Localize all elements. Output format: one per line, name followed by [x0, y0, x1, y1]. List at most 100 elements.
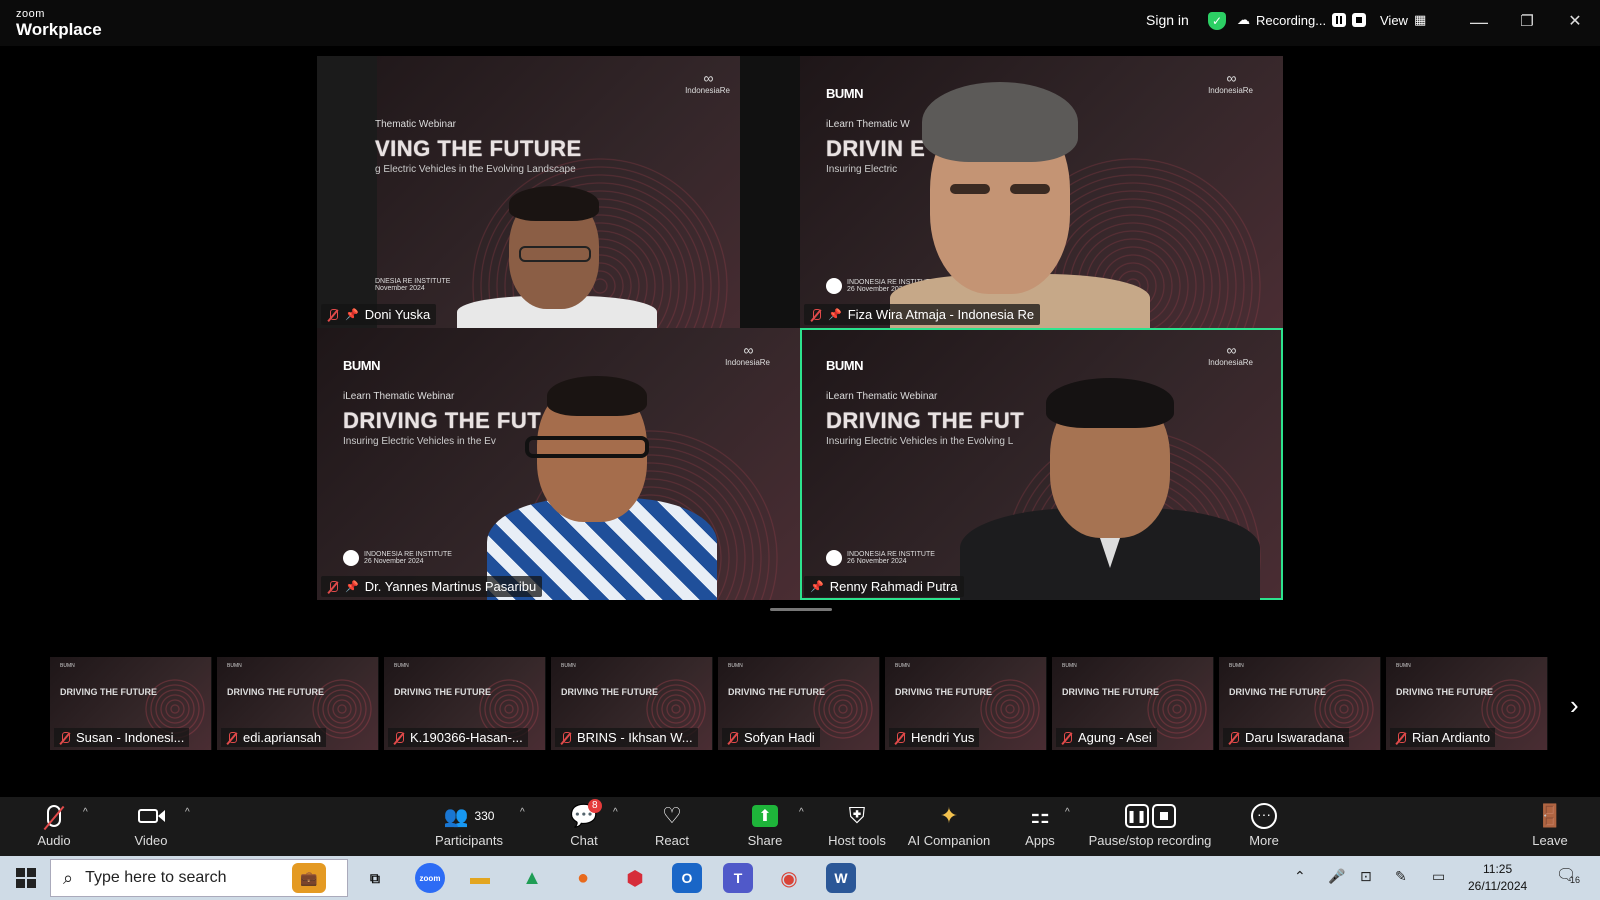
- logo-big-text: Workplace: [16, 20, 102, 39]
- stop-recording-icon[interactable]: [1352, 13, 1367, 27]
- share-button[interactable]: ⬆ Share: [747, 801, 783, 848]
- security-shield-icon[interactable]: ✓: [1208, 12, 1226, 30]
- host-tools-button[interactable]: ⛨ Host tools: [827, 801, 887, 848]
- webinar-headline: DRIVING THE FUT: [343, 408, 542, 433]
- shield-icon: ⛨: [848, 803, 866, 828]
- thumb-brand: BUMN: [227, 663, 242, 669]
- participant-thumbnail[interactable]: BUMN DRIVING THE FUTURE Susan - Indonesi..…: [50, 657, 212, 750]
- thumb-brand: BUMN: [1396, 663, 1411, 669]
- taskbar-clock[interactable]: 11:25 26/11/2024: [1468, 861, 1527, 895]
- windows-taskbar: ⌕ Type here to search 💼 ⧉ zoom ▬ ▲ ● ⬢ O…: [0, 856, 1600, 900]
- network-icon[interactable]: ⊡: [1360, 868, 1372, 885]
- react-button[interactable]: ♡ React: [654, 801, 690, 848]
- chevron-up-icon[interactable]: ⌃: [1294, 868, 1306, 885]
- leave-button[interactable]: 🚪 Leave: [1532, 801, 1568, 848]
- chrome-icon[interactable]: ◉: [774, 863, 804, 893]
- participants-options-chevron-icon[interactable]: ^: [520, 807, 525, 818]
- pause-stop-recording-button[interactable]: ❚❚ Pause/stop recording: [1088, 801, 1212, 848]
- apps-options-chevron-icon[interactable]: ^: [1065, 807, 1070, 818]
- thumb-brand: BUMN: [394, 663, 409, 669]
- participant-name: BRINS - Ikhsan W...: [577, 730, 693, 745]
- outlook-icon[interactable]: O: [672, 863, 702, 893]
- view-button[interactable]: View ▦: [1380, 12, 1426, 28]
- webinar-subtitle: iLearn Thematic W: [826, 119, 910, 130]
- participant-nameplate: BRINS - Ikhsan W...: [555, 728, 698, 747]
- pause-stop-icon: ❚❚: [1088, 801, 1212, 831]
- video-options-chevron-icon[interactable]: ^: [185, 807, 190, 818]
- thumb-brand: BUMN: [1062, 663, 1077, 669]
- video-tile[interactable]: BUMN ∞ IndonesiaRe iLearn Thematic W DRIV…: [800, 56, 1283, 328]
- thumb-headline: DRIVING THE FUTURE: [1229, 687, 1327, 697]
- webinar-headline: VING THE FUTURE: [375, 136, 582, 161]
- file-explorer-icon[interactable]: ▬: [465, 863, 495, 893]
- notifications-count: 16: [1570, 875, 1581, 885]
- participant-thumbnail[interactable]: BUMN DRIVING THE FUTURE Rian Ardianto: [1386, 657, 1548, 750]
- participant-thumbnail[interactable]: BUMN DRIVING THE FUTURE K.190366-Hasan-...: [384, 657, 546, 750]
- ai-companion-button[interactable]: ✦ AI Companion: [906, 801, 992, 848]
- video-tile[interactable]: BUMN ∞ IndonesiaRe iLearn Thematic Webina…: [317, 328, 800, 600]
- pause-recording-icon[interactable]: [1332, 13, 1347, 27]
- word-icon[interactable]: W: [826, 863, 856, 893]
- apps-button[interactable]: ⚏ Apps: [1022, 801, 1058, 848]
- participant-name: Daru Iswaradana: [1245, 730, 1344, 745]
- more-button[interactable]: ··· More: [1246, 801, 1282, 848]
- chevron-right-icon[interactable]: ›: [1570, 690, 1579, 721]
- participant-thumbnail[interactable]: BUMN DRIVING THE FUTURE Daru Iswaradana: [1219, 657, 1381, 750]
- task-view-icon[interactable]: ⧉: [360, 863, 390, 893]
- mic-off-icon: [393, 731, 405, 744]
- participant-name: edi.apriansah: [243, 730, 322, 745]
- grid-icon: ▦: [1413, 12, 1427, 27]
- display-icon[interactable]: ▭: [1432, 868, 1445, 885]
- mic-off-icon: [327, 580, 339, 593]
- logo-small-text: zoom: [16, 8, 45, 20]
- participant-thumbnail[interactable]: BUMN DRIVING THE FUTURE Hendri Yus: [885, 657, 1047, 750]
- teams-icon[interactable]: T: [723, 863, 753, 893]
- notifications-icon[interactable]: 🗨 16: [1556, 865, 1580, 885]
- share-arrow-icon: ⬆: [752, 805, 778, 827]
- title-bar: zoom Workplace Sign in ✓ ☁ Recording... …: [0, 0, 1600, 46]
- mic-off-icon: [327, 308, 339, 321]
- webinar-tagline: Insuring Electric Vehicles in the Ev: [343, 436, 496, 447]
- mic-off-icon: [560, 731, 572, 744]
- briefcase-icon[interactable]: 💼: [292, 863, 326, 893]
- active-speaker-tile[interactable]: BUMN ∞ IndonesiaRe iLearn Thematic Webina…: [800, 328, 1283, 600]
- indonesia-re-logo: ∞ IndonesiaRe: [725, 342, 770, 367]
- chat-button[interactable]: 💬 8 Chat: [566, 799, 602, 848]
- participant-nameplate: K.190366-Hasan-...: [388, 728, 528, 747]
- participant-thumbnail[interactable]: BUMN DRIVING THE FUTURE Sofyan Hadi: [718, 657, 880, 750]
- audio-options-chevron-icon[interactable]: ^: [83, 807, 88, 818]
- video-label: Video: [134, 833, 168, 848]
- minimize-button[interactable]: —: [1467, 10, 1491, 34]
- share-options-chevron-icon[interactable]: ^: [799, 807, 804, 818]
- participant-thumbnail[interactable]: BUMN DRIVING THE FUTURE BRINS - Ikhsan W..…: [551, 657, 713, 750]
- participant-thumbnail[interactable]: BUMN DRIVING THE FUTURE edi.apriansah: [217, 657, 379, 750]
- pen-icon[interactable]: ✎: [1395, 868, 1407, 885]
- chat-label: Chat: [570, 833, 598, 848]
- gallery-resize-handle[interactable]: [770, 608, 832, 611]
- participants-count: 330: [474, 809, 495, 823]
- windows-start-icon[interactable]: [16, 868, 36, 888]
- participants-button[interactable]: 👥 330 Participants: [434, 801, 504, 849]
- chat-options-chevron-icon[interactable]: ^: [613, 807, 618, 818]
- video-button[interactable]: Video: [133, 801, 169, 848]
- zoom-app-icon[interactable]: zoom: [415, 863, 445, 893]
- firefox-icon[interactable]: ●: [568, 863, 598, 893]
- audio-button[interactable]: Audio: [36, 801, 72, 848]
- close-button[interactable]: ✕: [1563, 10, 1587, 34]
- restore-button[interactable]: ❐: [1515, 10, 1539, 34]
- indonesia-re-logo: ∞ IndonesiaRe: [1208, 70, 1253, 95]
- tile-sidebar-bg: [317, 56, 377, 328]
- security-app-icon[interactable]: ⬢: [620, 863, 650, 893]
- clock-date: 26/11/2024: [1468, 879, 1528, 893]
- bumn-logo: BUMN: [826, 86, 864, 101]
- mic-off-icon: [1395, 731, 1407, 744]
- institute-label: DNESIA RE INSTITUTE November 2024: [375, 278, 451, 292]
- video-tile[interactable]: ∞ IndonesiaRe Thematic Webinar VING THE F…: [317, 56, 800, 328]
- microphone-icon[interactable]: 🎤: [1328, 868, 1345, 885]
- webinar-headline: DRIVIN E: [826, 136, 926, 161]
- google-drive-icon[interactable]: ▲: [517, 863, 547, 893]
- view-label: View: [1380, 12, 1408, 28]
- sign-in-button[interactable]: Sign in: [1146, 12, 1189, 28]
- recording-indicator[interactable]: ☁ Recording...: [1237, 12, 1367, 28]
- participant-thumbnail[interactable]: BUMN DRIVING THE FUTURE Agung - Asei: [1052, 657, 1214, 750]
